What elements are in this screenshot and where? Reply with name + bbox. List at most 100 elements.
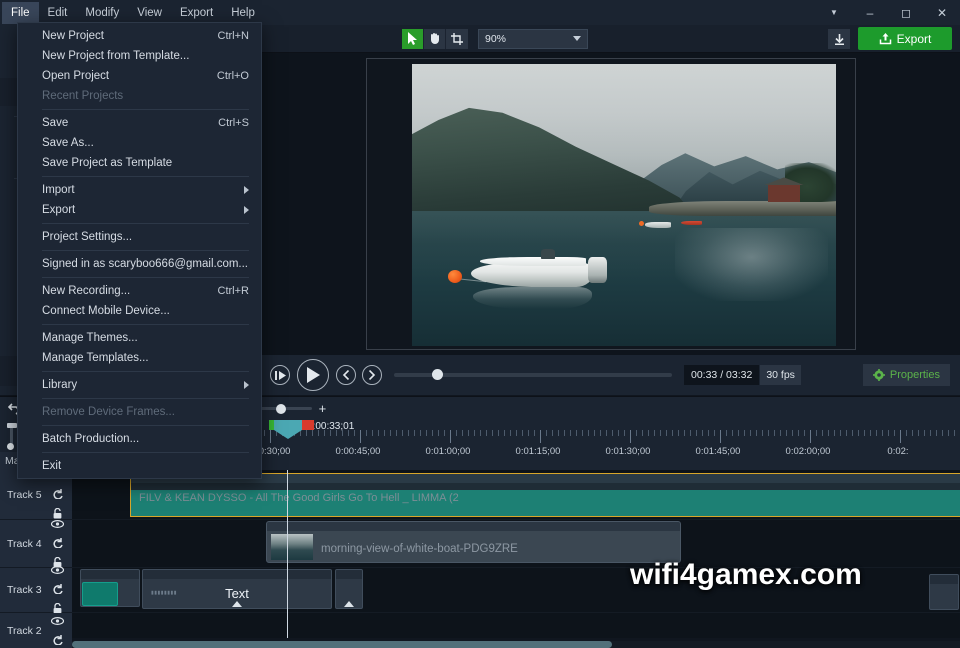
step-frame-button[interactable] (270, 365, 290, 385)
download-button[interactable] (828, 29, 850, 49)
ruler-tick (912, 430, 913, 436)
menu-item-label: Project Settings... (42, 231, 133, 243)
ruler-tick (606, 430, 607, 436)
ruler-tick (426, 430, 427, 436)
menu-item-export[interactable]: Export (18, 200, 261, 220)
chevron-down-icon[interactable]: ▼ (816, 0, 852, 25)
preview-area[interactable] (262, 53, 960, 355)
close-icon[interactable]: ✕ (924, 0, 960, 25)
menu-item-manage-themes[interactable]: Manage Themes... (18, 328, 261, 348)
menu-item-save-as[interactable]: Save As... (18, 133, 261, 153)
scrubber-handle[interactable] (432, 369, 443, 380)
ruler-tick (876, 430, 877, 436)
previous-button[interactable] (336, 365, 356, 385)
eye-icon[interactable] (50, 515, 65, 533)
timeline-zoom-handle[interactable] (275, 403, 286, 414)
track-name: Track 3 (7, 584, 42, 596)
menu-item-save-project-as-template[interactable]: Save Project as Template (18, 153, 261, 173)
crop-tool-button[interactable] (446, 28, 468, 49)
ruler-tick (732, 430, 733, 436)
menu-item-open-project[interactable]: Open Project Ctrl+O (18, 66, 261, 86)
mute-icon[interactable] (52, 632, 63, 648)
eye-icon[interactable] (50, 612, 65, 630)
timeline-playhead-line[interactable] (287, 470, 288, 638)
clip-text-track3[interactable]: ▮▮▮▮▮▮▮▮ Text (142, 569, 332, 609)
timeline-horizontal-scrollbar[interactable] (72, 641, 960, 648)
scene-far-boat (645, 221, 671, 228)
file-menu-dropdown[interactable]: New Project Ctrl+N New Project from Templa… (17, 22, 262, 479)
clip-partial-right[interactable] (929, 574, 959, 610)
menu-item-import[interactable]: Import (18, 180, 261, 200)
menu-item-label: New Project (42, 30, 104, 42)
menu-item-library[interactable]: Library (18, 375, 261, 395)
playback-scrubber[interactable] (394, 369, 672, 380)
ruler-tick (594, 430, 595, 436)
menu-export[interactable]: Export (171, 2, 222, 24)
menu-item-label: Signed in as scaryboo666@gmail.com... (42, 258, 249, 270)
menu-file[interactable]: File (2, 1, 39, 24)
upload-icon (879, 33, 891, 45)
menu-item-new-recording[interactable]: New Recording... Ctrl+R (18, 281, 261, 301)
menu-edit[interactable]: Edit (39, 2, 77, 24)
zoom-level-dropdown[interactable]: 90% (478, 28, 588, 49)
menu-item-new-project[interactable]: New Project Ctrl+N (18, 26, 261, 46)
clip-thumbnail (271, 534, 313, 560)
scene-boat-deck (479, 256, 586, 266)
ruler-tick (714, 430, 715, 436)
eye-icon[interactable] (50, 561, 65, 579)
mute-icon[interactable] (52, 486, 63, 504)
submenu-arrow-icon (244, 381, 249, 389)
menu-item-batch-production[interactable]: Batch Production... (18, 429, 261, 449)
volume-handle[interactable] (6, 423, 17, 428)
ruler-tick (456, 430, 457, 436)
ruler-tick (438, 430, 439, 436)
clip-expand-icon[interactable] (232, 601, 242, 607)
time-display: 00:33 / 03:32 (684, 365, 760, 385)
play-button[interactable] (297, 359, 329, 391)
track-lane-2[interactable] (72, 613, 960, 638)
select-tool-button[interactable] (402, 28, 424, 49)
clip-transition-right[interactable] (335, 569, 363, 609)
ruler-tick (888, 430, 889, 436)
track-header-track-2[interactable]: Track 2 (0, 613, 72, 648)
ruler-tick (864, 430, 865, 436)
ruler-tick (720, 430, 721, 443)
clip-audio-track5[interactable]: FILV & KEAN DYSSO - All The Good Girls G… (130, 473, 960, 517)
menu-item-project-settings[interactable]: Project Settings... (18, 227, 261, 247)
window-controls: ▼ – ◻ ✕ (816, 0, 960, 25)
menu-help[interactable]: Help (222, 2, 264, 24)
menu-item-label: Save (42, 117, 69, 129)
ruler-tick (480, 430, 481, 436)
ruler-tick (558, 430, 559, 436)
ruler-tick (936, 430, 937, 436)
properties-button[interactable]: Properties (862, 364, 950, 386)
ruler-tick (768, 430, 769, 436)
clip-expand-icon[interactable] (344, 601, 354, 607)
menu-item-new-project-from-template[interactable]: New Project from Template... (18, 46, 261, 66)
menu-view[interactable]: View (128, 2, 171, 24)
timeline-track-area[interactable]: FILV & KEAN DYSSO - All The Good Girls G… (72, 470, 960, 638)
next-button[interactable] (362, 365, 382, 385)
scrollbar-thumb[interactable] (72, 641, 612, 648)
menu-item-exit[interactable]: Exit (18, 456, 261, 476)
ruler-tick (396, 430, 397, 436)
track-header-track-3[interactable]: Track 3 (0, 565, 72, 614)
clip-teal-element[interactable] (82, 582, 118, 606)
minimize-icon[interactable]: – (852, 0, 888, 25)
scene-boat-windshield (541, 248, 555, 259)
menu-item-signed-in-as-scaryboo666-gmail-com[interactable]: Signed in as scaryboo666@gmail.com... (18, 254, 261, 274)
export-button[interactable]: Export (858, 27, 952, 50)
menu-modify[interactable]: Modify (76, 2, 128, 24)
menu-separator (42, 109, 249, 110)
clip-video-track4[interactable]: morning-view-of-white-boat-PDG9ZRE (266, 521, 681, 563)
zoom-in-button[interactable]: + (319, 401, 327, 416)
hand-tool-button[interactable] (424, 28, 446, 49)
maximize-icon[interactable]: ◻ (888, 0, 924, 25)
mute-icon[interactable] (52, 581, 63, 599)
scene-red-cabin (768, 183, 800, 203)
menu-item-manage-templates[interactable]: Manage Templates... (18, 348, 261, 368)
mute-icon[interactable] (52, 535, 63, 553)
menu-item-save[interactable]: Save Ctrl+S (18, 113, 261, 133)
menu-item-label: Library (42, 379, 78, 391)
menu-item-connect-mobile-device[interactable]: Connect Mobile Device... (18, 301, 261, 321)
